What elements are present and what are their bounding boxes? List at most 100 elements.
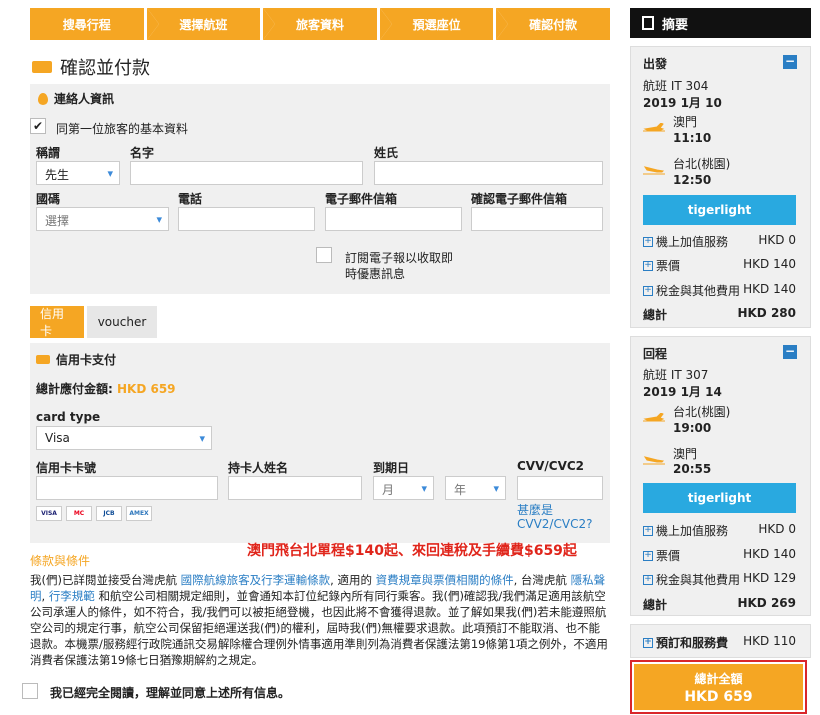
grand-total-value: HKD 659 <box>684 688 753 705</box>
last-name-label: 姓氏 <box>374 146 399 160</box>
fee-row: + 稅金與其他費用 HKD 140 <box>643 282 796 298</box>
progress-steps: 搜尋行程 選擇航班 旅客資料 預選座位 確認付款 <box>30 8 610 40</box>
country-code-label: 國碼 <box>36 192 61 206</box>
same-as-first-label: 同第一位旅客的基本資料 <box>56 122 189 136</box>
expand-icon[interactable]: + <box>643 236 653 247</box>
depart-from: 澳門 <box>673 115 698 129</box>
depart-total-row: 總計 HKD 280 <box>643 306 796 322</box>
summary-sidebar: 摘要 <box>630 8 811 38</box>
booking-fee-row: + 預訂和服務費 HKD 110 <box>643 634 796 650</box>
expand-icon[interactable]: + <box>643 637 653 648</box>
card-brands: VISA MC JCB AMEX <box>36 506 152 521</box>
holder-name-input[interactable] <box>228 476 362 500</box>
return-date: 2019 1月 14 <box>643 385 722 399</box>
link-fare-rules[interactable]: 資費規章與票價相關的條件 <box>376 573 514 587</box>
agree-label: 我已經完全閱讀，理解並同意上述所有信息。 <box>50 686 291 700</box>
link-carriage-terms[interactable]: 國際航線旅客及行李運輸條款 <box>181 573 331 587</box>
fee-row: + 稅金與其他費用 HKD 129 <box>643 571 796 587</box>
grand-total: 總計全額 HKD 659 <box>630 660 807 714</box>
step-seat[interactable]: 預選座位 <box>379 8 508 40</box>
contact-section-title: 連絡人資訊 <box>54 92 115 106</box>
newsletter-label-1: 訂閱電子報以收取即 <box>345 251 454 265</box>
contact-section-header: 連絡人資訊 <box>38 90 114 107</box>
agree-checkbox[interactable] <box>22 683 38 699</box>
expand-icon[interactable]: + <box>643 285 653 296</box>
return-to-time: 20:55 <box>673 462 712 476</box>
expand-icon[interactable]: + <box>643 260 653 271</box>
depart-to-time: 12:50 <box>673 173 712 187</box>
expiry-month-select[interactable]: 月 <box>373 476 434 500</box>
step-search[interactable]: 搜尋行程 <box>30 8 159 40</box>
payment-tabs: 信用卡 voucher <box>30 306 157 338</box>
fee-row: + 票價 HKD 140 <box>643 257 796 273</box>
first-name-input[interactable] <box>130 161 363 185</box>
fee-row: + 票價 HKD 140 <box>643 547 796 563</box>
return-fare-badge: tigerlight <box>643 483 796 513</box>
newsletter-checkbox[interactable] <box>316 247 332 263</box>
phone-label: 電話 <box>178 192 203 206</box>
cvv-label: CVV/CVC2 <box>517 459 585 473</box>
summary-header: 摘要 <box>630 8 811 38</box>
grand-total-label: 總計全額 <box>694 671 743 686</box>
card-section-header: 信用卡支付 <box>36 351 116 368</box>
cvv-help-link-1[interactable]: 甚麼是 <box>517 501 553 518</box>
landing-icon <box>643 166 665 175</box>
card-section-title: 信用卡支付 <box>56 353 117 367</box>
cvv-input[interactable] <box>517 476 603 500</box>
phone-input[interactable] <box>178 207 315 231</box>
depart-date: 2019 1月 10 <box>643 96 722 110</box>
depart-summary: 出發 − 航班 IT 304 2019 1月 10 澳門 11:10 台北(桃園… <box>630 46 811 328</box>
flame-icon <box>38 92 48 105</box>
depart-fare-badge: tigerlight <box>643 195 796 225</box>
page-title: 確認並付款 <box>60 58 150 79</box>
step-confirm-pay: 確認付款 <box>496 8 610 40</box>
email-input[interactable] <box>325 207 462 231</box>
return-to: 澳門 <box>673 447 698 461</box>
expiry-label: 到期日 <box>373 461 410 475</box>
return-from-time: 19:00 <box>673 421 712 435</box>
card-type-select[interactable]: Visa <box>36 426 212 450</box>
confirm-email-input[interactable] <box>471 207 603 231</box>
same-as-first-checkbox[interactable]: ✔ <box>30 118 46 134</box>
depart-flight: 航班 IT 304 <box>643 79 709 93</box>
fee-row: + 機上加值服務 HKD 0 <box>643 233 796 249</box>
expand-icon[interactable]: + <box>643 525 653 536</box>
promo-banner: 澳門飛台北單程$140起、來回連稅及手續費$659起 <box>247 543 577 559</box>
return-summary: 回程 − 航班 IT 307 2019 1月 14 台北(桃園) 19:00 澳… <box>630 336 811 616</box>
return-total-row: 總計 HKD 269 <box>643 596 796 612</box>
return-from: 台北(桃園) <box>673 405 731 419</box>
card-number-input[interactable] <box>36 476 218 500</box>
depart-to: 台北(桃園) <box>673 157 731 171</box>
expand-icon[interactable]: + <box>643 574 653 585</box>
confirm-email-label: 確認電子郵件信箱 <box>471 192 568 206</box>
cvv-help-link-2[interactable]: CVV2/CVC2? <box>517 517 592 531</box>
amount-due: 總計應付金額: HKD 659 <box>36 382 176 396</box>
country-code-select[interactable]: 選擇 <box>36 207 169 231</box>
return-heading: 回程 <box>643 347 668 361</box>
landing-icon <box>643 456 665 465</box>
step-passenger[interactable]: 旅客資料 <box>263 8 392 40</box>
first-name-label: 名字 <box>130 146 155 160</box>
mastercard-icon: MC <box>66 506 92 521</box>
link-baggage[interactable]: 行李規範 <box>49 589 95 603</box>
expiry-year-select[interactable]: 年 <box>445 476 506 500</box>
step-select-flight[interactable]: 選擇航班 <box>146 8 275 40</box>
booking-fee-box: + 預訂和服務費 HKD 110 <box>630 624 811 658</box>
collapse-icon[interactable]: − <box>783 55 797 69</box>
visa-icon: VISA <box>36 506 62 521</box>
tab-credit-card[interactable]: 信用卡 <box>30 306 84 338</box>
title-select[interactable]: 先生 <box>36 161 120 185</box>
tab-voucher[interactable]: voucher <box>87 306 157 338</box>
card-number-label: 信用卡卡號 <box>36 461 97 475</box>
collapse-icon[interactable]: − <box>783 345 797 359</box>
ticket-icon <box>36 355 50 364</box>
depart-heading: 出發 <box>643 57 668 71</box>
expand-icon[interactable]: + <box>643 550 653 561</box>
depart-from-time: 11:10 <box>673 131 712 145</box>
last-name-input[interactable] <box>374 161 603 185</box>
terms-title: 條款與條件 <box>30 554 91 568</box>
amex-icon: AMEX <box>126 506 152 521</box>
card-type-label: card type <box>36 410 101 424</box>
jcb-icon: JCB <box>96 506 122 521</box>
newsletter-label-2: 時優惠訊息 <box>345 267 406 281</box>
